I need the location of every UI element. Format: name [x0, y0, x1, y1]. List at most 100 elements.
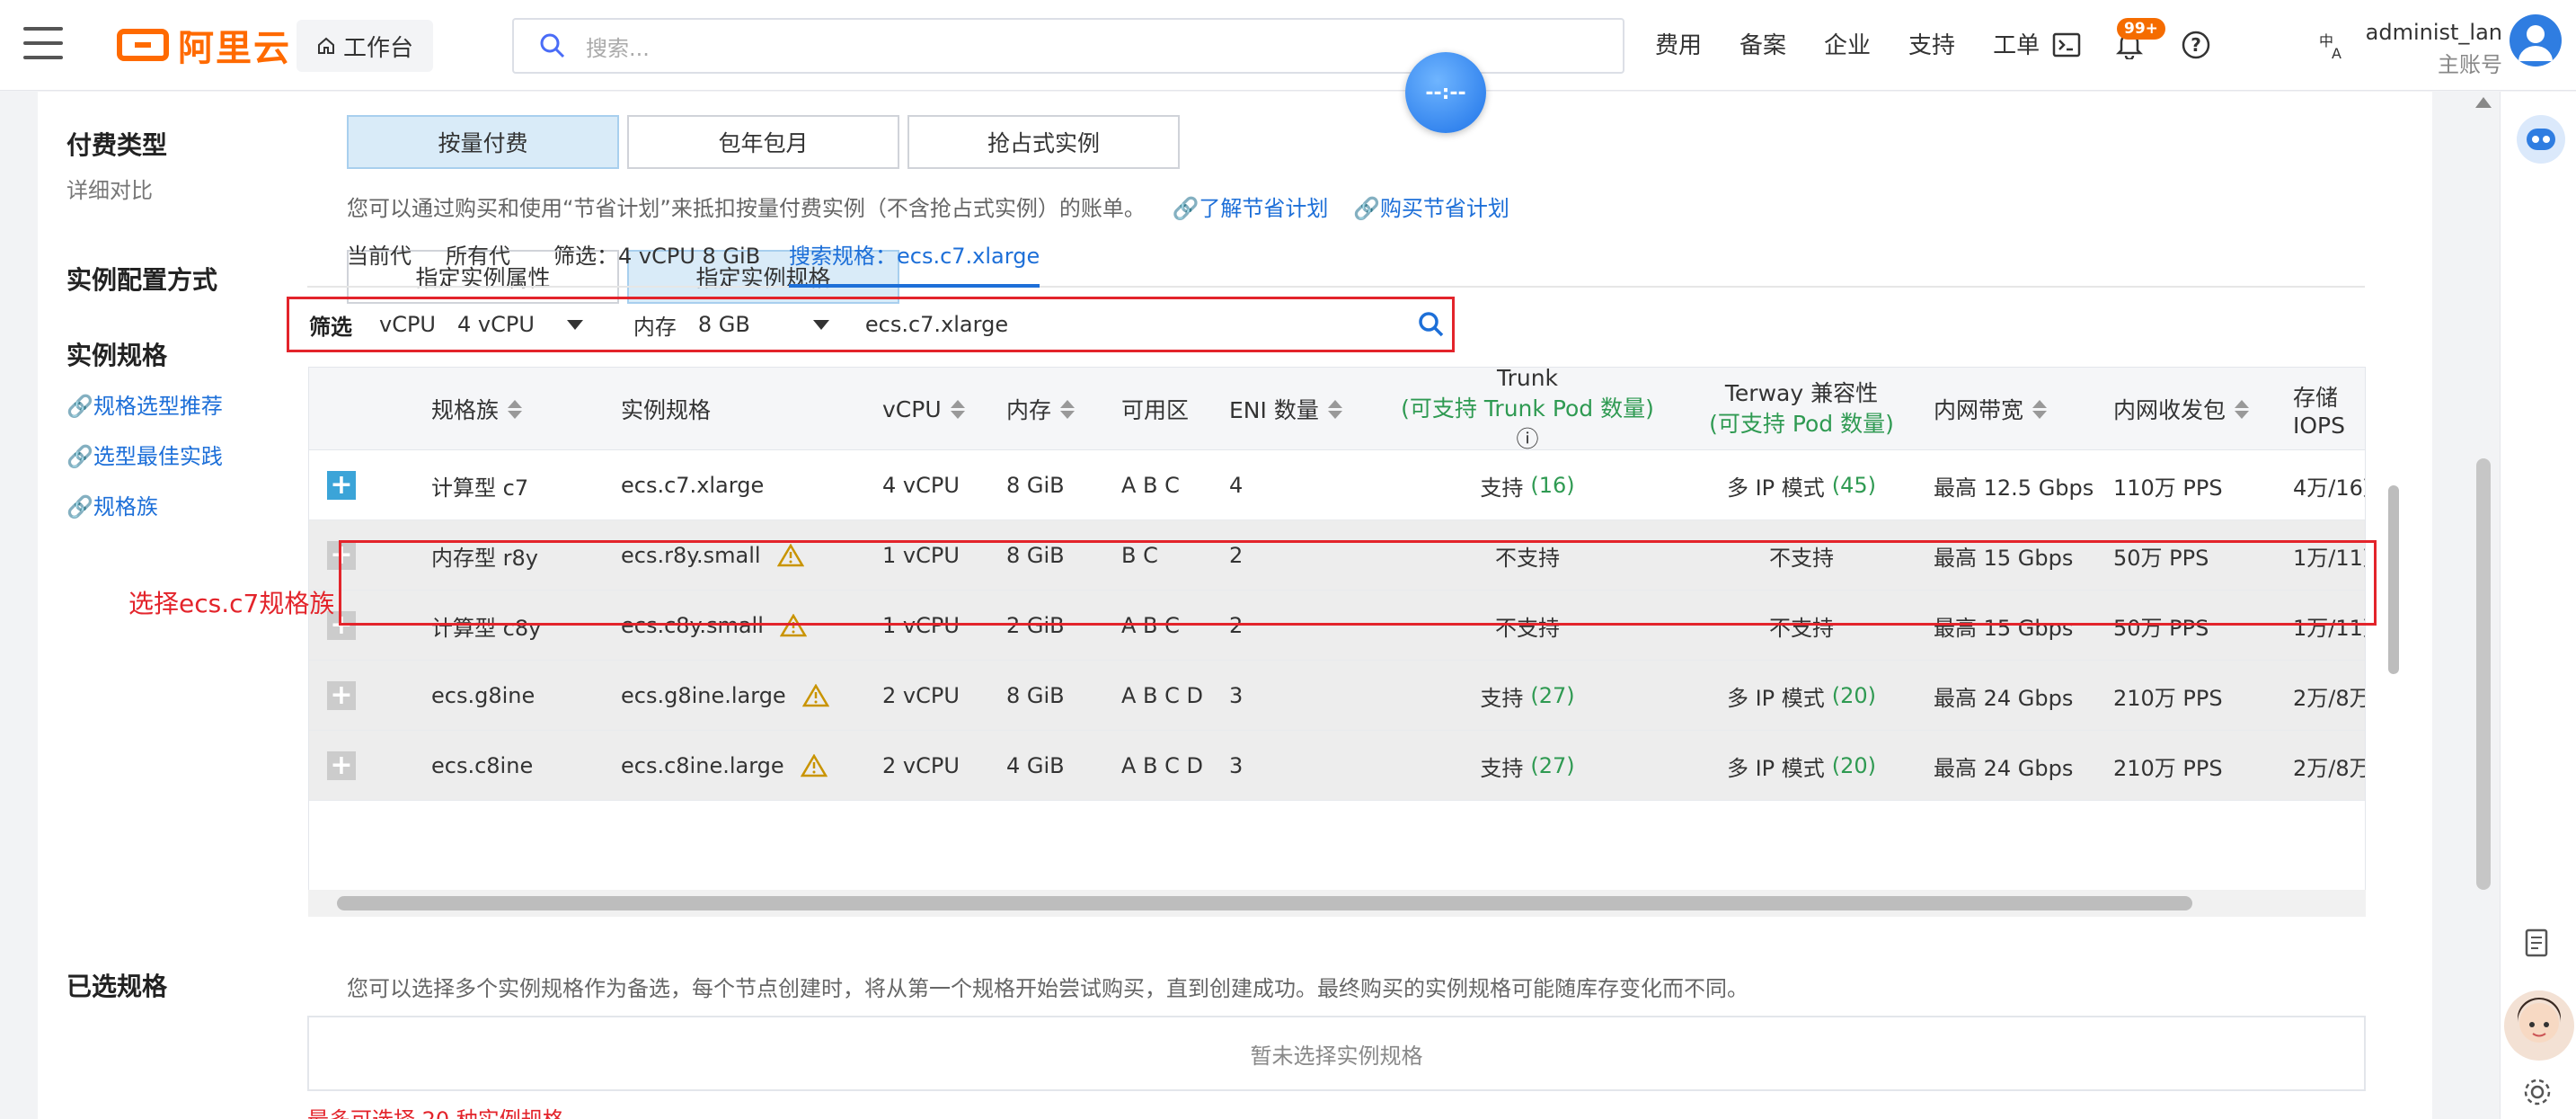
best-practice-link[interactable]: 🔗选型最佳实践	[66, 439, 223, 470]
ai-assistant-icon[interactable]	[2517, 115, 2565, 164]
row-trunk-count: (27)	[1530, 753, 1575, 778]
col-terway-sub: (可支持 Pod 数量)	[1709, 411, 1894, 437]
buy-savings-plan-link[interactable]: 🔗购买节省计划	[1353, 196, 1509, 221]
warning-icon[interactable]	[779, 614, 807, 637]
row-spec-value: ecs.r8y.small	[621, 543, 761, 568]
add-icon[interactable]: +	[327, 751, 356, 780]
nav-ticket[interactable]: 工单	[1993, 27, 2040, 60]
learn-savings-plan-link[interactable]: 🔗了解节省计划	[1173, 196, 1329, 221]
support-agent-avatar[interactable]	[2504, 990, 2574, 1061]
row-spec-value: ecs.c8ine.large	[621, 753, 784, 778]
row-terway: 不支持	[1769, 545, 1834, 571]
help-icon[interactable]: ?	[2178, 27, 2214, 63]
floating-timer-bubble[interactable]: --:--	[1405, 52, 1486, 133]
scrollbar-thumb[interactable]	[2388, 485, 2399, 674]
annotation-label: 选择ecs.c7规格族	[128, 589, 335, 618]
col-vcpu-label: vCPU	[882, 395, 942, 422]
help-icon[interactable]: ⓘ	[1516, 426, 1538, 452]
table-row[interactable]: + 内存型 r8y ecs.r8y.small 1 vCPU 8 GiB B C…	[309, 520, 2365, 591]
spec-family-link[interactable]: 🔗规格族	[66, 489, 158, 520]
spec-search-input[interactable]: ecs.c7.xlarge	[865, 312, 1404, 337]
tab-filter[interactable]: 筛选：4 vCPU 8 GiB	[553, 235, 760, 288]
spec-recommend-link[interactable]: 🔗规格选型推荐	[66, 388, 223, 420]
billing-compare-link[interactable]: 详细对比	[66, 173, 153, 204]
top-nav: 费用 备案 企业 支持 工单	[1655, 27, 2040, 60]
chevron-down-icon	[812, 319, 829, 330]
col-trunk-sub: (可支持 Trunk Pod 数量) ⓘ	[1393, 394, 1662, 455]
username: administ_lan	[2365, 20, 2502, 45]
table-vertical-scrollbar[interactable]	[2386, 458, 2402, 881]
row-vcpu: 1 vCPU	[882, 613, 960, 638]
row-terway-value: 多 IP 模式	[1726, 755, 1825, 781]
avatar[interactable]	[2510, 14, 2562, 67]
col-bandwidth[interactable]: 内网带宽	[1934, 368, 2048, 450]
sort-icon[interactable]	[508, 399, 523, 419]
col-family-label: 规格族	[431, 397, 500, 423]
sort-icon[interactable]	[2032, 399, 2048, 419]
tab-search-spec[interactable]: 搜索规格：ecs.c7.xlarge	[789, 235, 1040, 288]
col-trunk-title: Trunk	[1496, 367, 1559, 391]
row-iops: 2万/8万	[2293, 685, 2366, 711]
language-icon[interactable]: 中A	[2315, 27, 2350, 63]
col-vcpu[interactable]: vCPU	[882, 368, 965, 450]
terminal-icon[interactable]	[2049, 27, 2085, 63]
memory-select[interactable]: 8 GB	[698, 312, 829, 337]
row-trunk: 不支持	[1495, 545, 1560, 571]
sort-icon[interactable]	[1327, 399, 1342, 419]
warning-icon[interactable]	[776, 544, 804, 567]
table-row[interactable]: + ecs.g8ine ecs.g8ine.large 2 vCPU 8 GiB…	[309, 661, 2366, 731]
nav-fees[interactable]: 费用	[1655, 27, 1702, 60]
aliyun-logo[interactable]: 阿里云	[117, 20, 291, 70]
row-terway: 多 IP 模式 (20)	[1698, 731, 1905, 801]
notes-icon[interactable]	[2522, 928, 2558, 964]
col-memory[interactable]: 内存	[1006, 368, 1076, 450]
row-eni: 4	[1229, 473, 1244, 498]
vcpu-filter-label: vCPU	[379, 312, 436, 337]
warning-icon[interactable]	[800, 754, 828, 777]
col-zone-label: 可用区	[1121, 397, 1190, 423]
row-terway: 多 IP 模式 (20)	[1698, 661, 1905, 731]
row-spec: ecs.g8ine.large	[621, 661, 829, 731]
vcpu-select[interactable]: 4 vCPU	[457, 312, 583, 337]
scrollbar-thumb[interactable]	[2476, 458, 2491, 890]
billing-hint: 您可以通过购买和使用“节省计划”来抵扣按量付费实例（不含抢占式实例）的账单。 🔗…	[347, 191, 1509, 222]
search-icon[interactable]	[1417, 310, 1446, 339]
logo-text: 阿里云	[178, 28, 291, 69]
tab-current-gen[interactable]: 当前代	[347, 235, 412, 288]
sort-icon[interactable]	[950, 399, 965, 419]
row-zone: A B C	[1121, 473, 1180, 498]
page-scrollbar[interactable]	[2474, 92, 2493, 1119]
row-trunk: 支持 (27)	[1393, 661, 1662, 731]
add-icon[interactable]: +	[327, 471, 356, 500]
workbench-button[interactable]: 工作台	[297, 20, 434, 72]
row-zone: B C	[1121, 543, 1158, 568]
table-row[interactable]: + 计算型 c8y ecs.c8y.small 1 vCPU 2 GiB A B…	[309, 591, 2365, 661]
nav-filing[interactable]: 备案	[1739, 27, 1786, 60]
billing-spot[interactable]: 抢占式实例	[907, 115, 1180, 169]
col-terway: Terway 兼容性 (可支持 Pod 数量)	[1698, 368, 1905, 450]
col-family[interactable]: 规格族	[431, 368, 523, 450]
row-eni: 3	[1229, 753, 1244, 778]
table-row[interactable]: + ecs.c8ine ecs.c8ine.large 2 vCPU 4 GiB…	[309, 731, 2365, 801]
billing-pay-as-you-go[interactable]: 按量付费	[347, 115, 619, 169]
tab-all-gen[interactable]: 所有代	[446, 235, 510, 288]
menu-icon[interactable]	[23, 27, 63, 63]
scrollbar-thumb[interactable]	[337, 896, 2192, 910]
col-eni[interactable]: ENI 数量	[1229, 368, 1342, 450]
row-iops: 4万/16万	[2293, 475, 2365, 501]
billing-subscription[interactable]: 包年包月	[627, 115, 899, 169]
scroll-up-icon[interactable]	[2475, 97, 2492, 108]
col-pps[interactable]: 内网收发包	[2113, 368, 2250, 450]
add-icon[interactable]: +	[327, 541, 356, 570]
spec-filter-bar: 筛选 vCPU 4 vCPU 内存 8 GB ecs.c7.xlarge	[287, 297, 1455, 352]
warning-icon[interactable]	[801, 684, 829, 707]
nav-enterprise[interactable]: 企业	[1824, 27, 1871, 60]
sort-icon[interactable]	[2235, 399, 2250, 419]
sort-icon[interactable]	[1060, 399, 1076, 419]
table-row[interactable]: + 计算型 c7 ecs.c7.xlarge 4 vCPU 8 GiB A B …	[309, 450, 2365, 520]
table-horizontal-scrollbar[interactable]	[308, 890, 2366, 917]
add-icon[interactable]: +	[327, 681, 356, 710]
nav-support[interactable]: 支持	[1908, 27, 1955, 60]
gear-icon[interactable]	[2522, 1077, 2558, 1113]
user-info[interactable]: administ_lan 主账号	[2366, 16, 2502, 81]
